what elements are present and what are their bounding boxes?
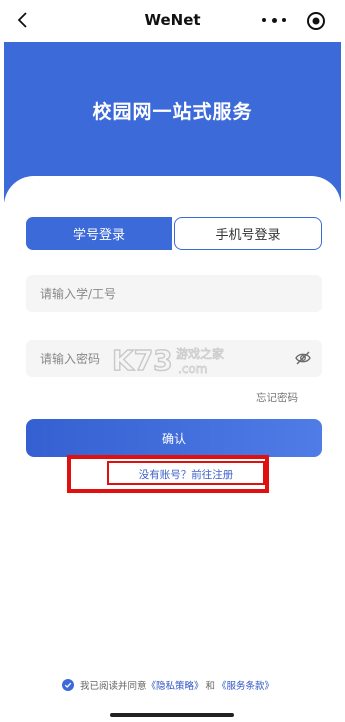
top-nav-bar: WeNet: [0, 0, 345, 42]
hero-title: 校园网一站式服务: [92, 101, 253, 123]
forgot-password-link[interactable]: 忘记密码: [256, 390, 298, 405]
login-page: WeNet 校园网一站式服务 学号登录 手机号登录 K73 游戏之家 .com …: [0, 0, 345, 722]
nav-title: WeNet: [144, 11, 201, 29]
tab-phone-login[interactable]: 手机号登录: [174, 217, 322, 250]
more-dots-icon[interactable]: [262, 12, 286, 28]
student-id-input[interactable]: [40, 275, 290, 312]
tab-student-id-login[interactable]: 学号登录: [26, 217, 172, 250]
confirm-button[interactable]: 确认: [26, 419, 322, 457]
terms-of-service-link[interactable]: 《服务条款》: [217, 678, 274, 692]
privacy-policy-link[interactable]: 《隐私策略》: [147, 678, 204, 692]
agreement-row: 我已阅读并同意 《隐私策略》 和 《服务条款》: [62, 678, 274, 692]
login-tabs: 学号登录 手机号登录: [26, 217, 322, 250]
agreement-and: 和: [205, 681, 216, 692]
eye-hidden-icon[interactable]: [294, 350, 312, 366]
password-input[interactable]: [40, 340, 290, 377]
student-id-field: [26, 275, 322, 312]
password-field: [26, 340, 322, 377]
home-indicator: [110, 713, 234, 717]
register-link[interactable]: 没有账号？前往注册: [107, 467, 265, 482]
agreement-prefix: 我已阅读并同意: [80, 681, 147, 692]
checked-circle-icon[interactable]: [62, 679, 74, 691]
target-close-icon[interactable]: [306, 11, 326, 31]
